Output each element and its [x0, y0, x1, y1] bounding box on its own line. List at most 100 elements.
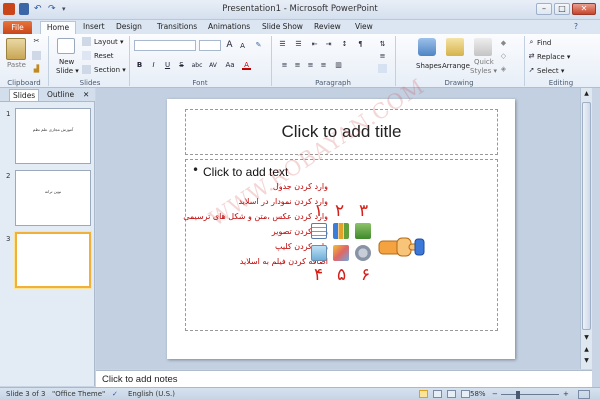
font-name-combo[interactable] — [134, 40, 196, 51]
rtl-icon[interactable]: ¶ — [356, 40, 365, 49]
next-slide-icon[interactable]: ▼ — [582, 356, 591, 365]
increase-indent-icon[interactable]: ⇥ — [324, 40, 333, 49]
vertical-scrollbar[interactable]: ▲ ▼ ▲ ▼ — [580, 88, 592, 369]
zoom-slider-track[interactable] — [501, 394, 559, 395]
shape-outline-icon[interactable]: ◇ — [499, 52, 508, 61]
bullets-icon[interactable]: ☰ — [278, 40, 287, 49]
paste-icon[interactable] — [6, 38, 26, 60]
normal-view-icon[interactable] — [419, 390, 428, 398]
tab-view[interactable]: View — [355, 22, 373, 31]
tab-file[interactable]: File — [3, 21, 32, 34]
replace-icon[interactable]: ⇄ — [527, 52, 536, 61]
close-button[interactable]: ✕ — [572, 3, 596, 15]
text-shadow-button[interactable]: abc — [190, 61, 204, 70]
smartart-icon[interactable] — [378, 64, 387, 73]
minimize-button[interactable]: – — [536, 3, 552, 15]
reset-icon[interactable] — [82, 51, 91, 60]
tab-insert[interactable]: Insert — [83, 22, 105, 31]
arrange-button[interactable]: Arrange — [442, 62, 470, 70]
format-painter-icon[interactable]: ▟ — [32, 65, 41, 74]
layout-icon[interactable] — [82, 37, 91, 46]
change-case-button[interactable]: Aa — [224, 61, 236, 70]
reset-button[interactable]: Reset — [94, 52, 114, 60]
tab-home[interactable]: Home — [40, 21, 76, 35]
shape-effects-icon[interactable]: ◈ — [499, 65, 508, 74]
insert-chart-icon[interactable] — [333, 223, 349, 239]
close-pane-icon[interactable]: ✕ — [83, 90, 89, 99]
slide-thumbnail-2[interactable]: نوین ترانه — [15, 170, 91, 226]
insert-clip-art-icon[interactable] — [333, 245, 349, 261]
paste-label[interactable]: Paste — [7, 61, 26, 69]
find-icon[interactable]: ⌕ — [527, 38, 536, 47]
tab-outline[interactable]: Outline — [47, 90, 74, 99]
slide-canvas[interactable]: Click to add title • Click to add text W… — [167, 74, 515, 359]
tab-transitions[interactable]: Transitions — [157, 22, 197, 31]
tab-animations[interactable]: Animations — [208, 22, 250, 31]
clear-formatting-icon[interactable]: ✎ — [254, 41, 263, 50]
reading-view-icon[interactable] — [447, 390, 456, 398]
scroll-up-icon[interactable]: ▲ — [582, 89, 591, 98]
section-icon[interactable] — [82, 65, 91, 74]
quick-styles-label-2[interactable]: Styles ▾ — [470, 67, 497, 75]
slide-thumbnail-3[interactable] — [15, 232, 91, 288]
align-text-icon[interactable]: ≡ — [378, 52, 387, 61]
columns-icon[interactable]: ▥ — [334, 61, 343, 70]
language-indicator[interactable]: English (U.S.) — [128, 390, 175, 398]
text-direction-icon[interactable]: ⇅ — [378, 40, 387, 49]
new-slide-label[interactable]: New — [59, 58, 74, 66]
shapes-button[interactable]: Shapes — [416, 62, 442, 70]
scrollbar-thumb[interactable] — [582, 102, 591, 330]
line-spacing-icon[interactable]: ↕ — [340, 40, 349, 49]
layout-button[interactable]: Layout ▾ — [94, 38, 124, 46]
tab-slides[interactable]: Slides — [9, 89, 40, 101]
tab-slide-show[interactable]: Slide Show — [262, 22, 303, 31]
insert-picture-icon[interactable] — [311, 245, 327, 261]
insert-smartart-icon[interactable] — [355, 223, 371, 239]
align-right-icon[interactable]: ≡ — [306, 61, 315, 70]
insert-media-icon[interactable] — [355, 245, 371, 261]
select-icon[interactable]: ➚ — [527, 66, 536, 75]
cut-icon[interactable]: ✂ — [32, 37, 41, 46]
zoom-out-button[interactable]: − — [492, 390, 498, 398]
previous-slide-icon[interactable]: ▲ — [582, 345, 591, 354]
zoom-slider-thumb[interactable] — [516, 391, 520, 399]
justify-icon[interactable]: ≡ — [319, 61, 328, 70]
insert-table-icon[interactable] — [311, 223, 327, 239]
shapes-icon[interactable] — [418, 38, 436, 56]
slide-thumbnail-1[interactable]: آموزش مجازی علم نظم — [15, 108, 91, 164]
font-size-combo[interactable] — [199, 40, 221, 51]
fit-slide-icon[interactable] — [578, 390, 590, 399]
arrange-icon[interactable] — [446, 38, 464, 56]
replace-button[interactable]: Replace ▾ — [537, 53, 570, 61]
numbering-icon[interactable]: ☰ — [294, 40, 303, 49]
quick-styles-label[interactable]: Quick — [474, 58, 494, 66]
find-button[interactable]: Find — [537, 39, 551, 47]
shape-fill-icon[interactable]: ◆ — [499, 39, 508, 48]
font-color-button[interactable]: A — [242, 61, 251, 70]
align-left-icon[interactable]: ≡ — [280, 61, 289, 70]
section-button[interactable]: Section ▾ — [94, 66, 126, 74]
slide-sorter-icon[interactable] — [433, 390, 442, 398]
zoom-in-button[interactable]: + — [563, 390, 569, 398]
notes-pane[interactable]: Click to add notes — [96, 370, 592, 387]
slide-show-icon[interactable] — [461, 390, 470, 398]
new-slide-label-2[interactable]: Slide ▾ — [56, 67, 79, 75]
character-spacing-button[interactable]: AV — [207, 61, 219, 70]
tab-review[interactable]: Review — [314, 22, 341, 31]
strikethrough-button[interactable]: S — [177, 61, 186, 70]
spelling-icon[interactable]: ✓ — [112, 390, 118, 398]
scroll-down-icon[interactable]: ▼ — [582, 333, 591, 342]
italic-button[interactable]: I — [149, 61, 158, 70]
quick-styles-icon[interactable] — [474, 38, 492, 56]
underline-button[interactable]: U — [163, 61, 172, 70]
select-button[interactable]: Select ▾ — [537, 67, 564, 75]
grow-font-button[interactable]: A — [225, 41, 234, 50]
decrease-indent-icon[interactable]: ⇤ — [310, 40, 319, 49]
align-center-icon[interactable]: ≡ — [293, 61, 302, 70]
tab-design[interactable]: Design — [116, 22, 142, 31]
zoom-level[interactable]: 58% — [470, 390, 486, 398]
bold-button[interactable]: B — [135, 61, 144, 70]
theme-name[interactable]: "Office Theme" — [52, 390, 105, 398]
new-slide-icon[interactable] — [57, 38, 75, 54]
shrink-font-button[interactable]: A — [238, 42, 247, 51]
